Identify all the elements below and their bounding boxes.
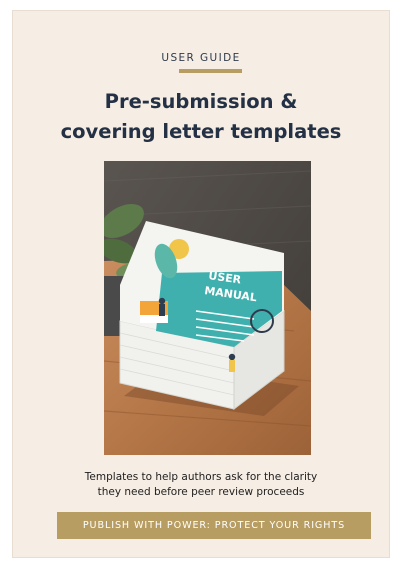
- cover-white-block: [140, 315, 168, 323]
- tagline-banner: PUBLISH WITH POWER: PROTECT YOUR RIGHTS: [57, 512, 371, 539]
- page-title: Pre-submission & covering letter templat…: [13, 87, 389, 147]
- subtitle: Templates to help authors ask for the cl…: [13, 470, 389, 500]
- page-title-line-2: covering letter templates: [60, 120, 342, 143]
- subtitle-line-1: Templates to help authors ask for the cl…: [84, 471, 318, 483]
- eyebrow-label: USER GUIDE: [161, 52, 241, 64]
- user-manual-photo: USER MANUAL: [104, 161, 311, 455]
- subtitle-line-2: they need before peer review proceeds: [97, 486, 305, 498]
- guide-cover-card: USER GUIDE Pre-submission & covering let…: [12, 10, 390, 558]
- page-title-line-1: Pre-submission &: [104, 90, 298, 113]
- user-manual-illustration: USER MANUAL: [104, 161, 311, 455]
- eyebrow-underline: [179, 69, 242, 73]
